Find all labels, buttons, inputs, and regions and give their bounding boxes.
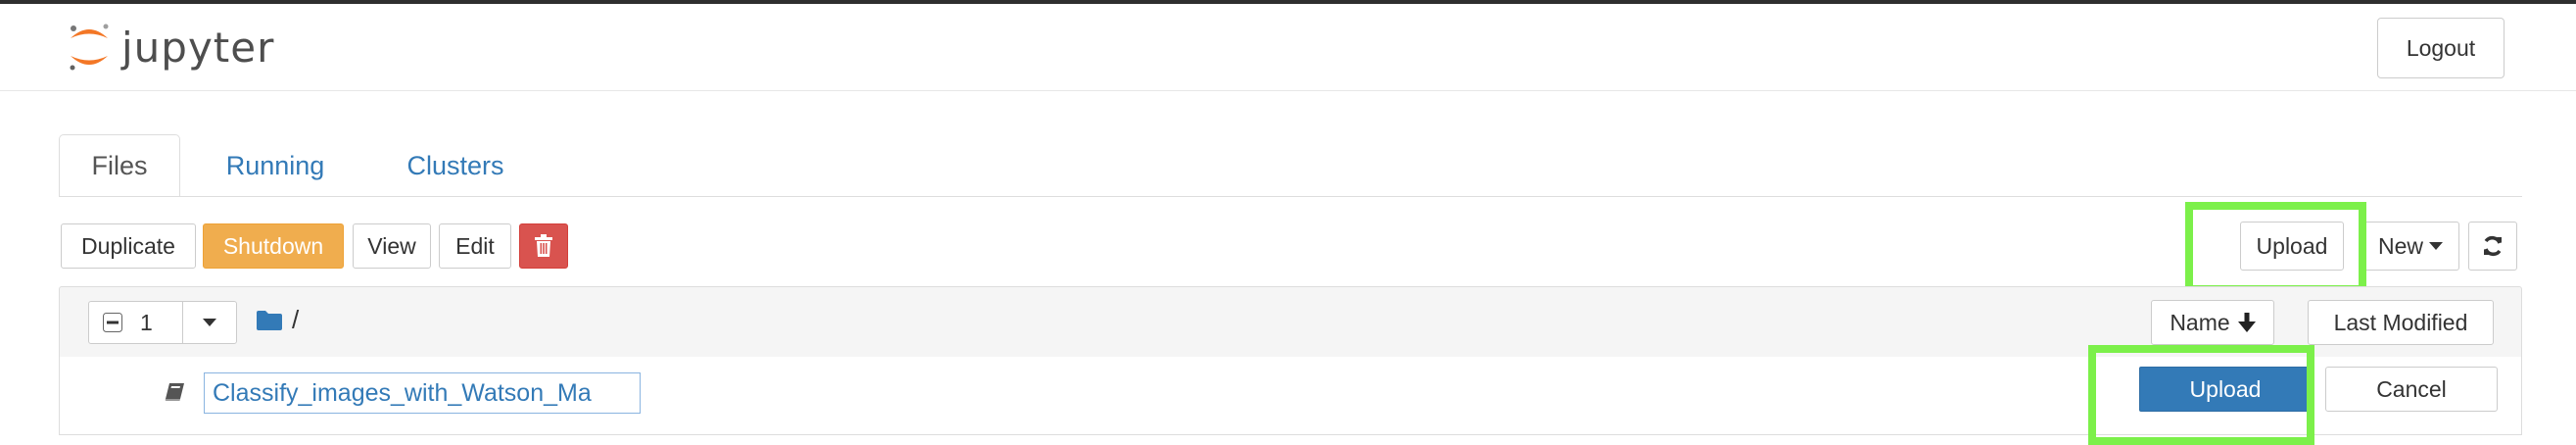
jupyter-logo-icon	[70, 24, 109, 71]
delete-button[interactable]	[519, 223, 568, 269]
checkbox-indeterminate-icon	[103, 313, 122, 332]
header-divider	[0, 90, 2576, 91]
tab-running[interactable]: Running	[202, 134, 349, 197]
new-dropdown-button[interactable]: New	[2361, 222, 2459, 271]
view-button[interactable]: View	[353, 223, 431, 269]
jupyter-logo[interactable]: jupyter	[65, 18, 274, 76]
row-upload-highlight-box	[2088, 345, 2314, 445]
arrow-down-icon	[2237, 313, 2256, 332]
row-cancel-button[interactable]: Cancel	[2325, 367, 2498, 412]
upload-highlight-box	[2185, 202, 2366, 293]
caret-down-icon	[203, 319, 216, 326]
tab-divider	[59, 196, 2522, 197]
edit-button[interactable]: Edit	[439, 223, 511, 269]
sort-name-label: Name	[2170, 309, 2230, 335]
sort-by-name-button[interactable]: Name	[2151, 300, 2274, 345]
selected-count: 1	[140, 309, 153, 335]
folder-icon	[257, 310, 282, 330]
breadcrumb-root[interactable]: /	[292, 305, 299, 335]
duplicate-button[interactable]: Duplicate	[61, 223, 196, 269]
caret-down-icon	[2429, 242, 2443, 250]
sort-by-last-modified-button[interactable]: Last Modified	[2308, 300, 2494, 345]
refresh-icon	[2484, 236, 2502, 256]
logo-text: jupyter	[121, 23, 275, 72]
new-label: New	[2377, 232, 2423, 259]
select-options-toggle[interactable]	[183, 302, 236, 343]
logout-button[interactable]: Logout	[2377, 18, 2504, 78]
notebook-icon	[165, 383, 186, 408]
select-all-toggle[interactable]: 1	[89, 302, 183, 343]
tab-clusters[interactable]: Clusters	[382, 134, 529, 197]
tab-files[interactable]: Files	[59, 134, 180, 197]
filename-input[interactable]: Classify_images_with_Watson_Ma	[204, 372, 641, 414]
trash-icon	[535, 234, 552, 257]
shutdown-button[interactable]: Shutdown	[203, 223, 344, 269]
top-border	[0, 0, 2576, 4]
breadcrumb[interactable]: /	[257, 305, 299, 335]
select-all-dropdown[interactable]: 1	[88, 301, 237, 344]
refresh-button[interactable]	[2468, 222, 2517, 271]
